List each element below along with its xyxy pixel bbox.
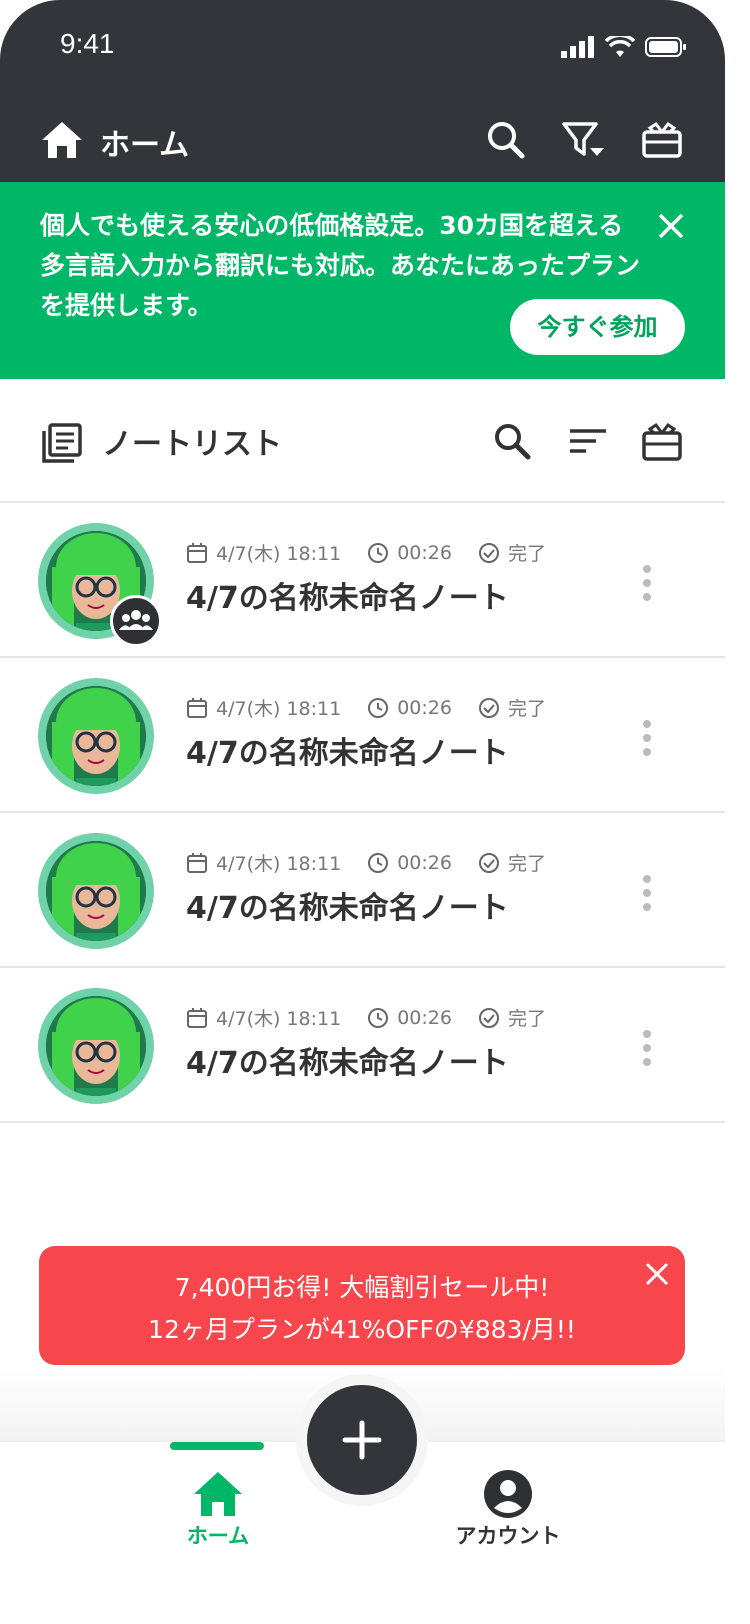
home-icon[interactable] <box>192 1470 244 1518</box>
close-icon[interactable] <box>657 212 685 240</box>
nav-account-label[interactable]: アカウント <box>440 1520 576 1550</box>
more-vertical-icon[interactable] <box>640 873 654 913</box>
check-circle-icon <box>478 1007 499 1028</box>
note-title: 4/7の名称未命名ノート <box>186 1046 509 1081</box>
note-title: 4/7の名称未命名ノート <box>186 581 509 616</box>
note-duration: 00:26 <box>397 696 452 719</box>
note-list-header: ノートリスト <box>0 379 725 503</box>
home-icon[interactable] <box>40 118 84 162</box>
info-banner: 個人でも使える安心の低価格設定。30カ国を超える多言語入力から翻訳にも対応。あな… <box>0 182 725 379</box>
check-circle-icon <box>478 852 499 873</box>
sale-promo-banner[interactable]: 7,400円お得! 大幅割引セール中! 12ヶ月プランが41%OFFの¥883/… <box>39 1246 685 1365</box>
note-title: 4/7の名称未命名ノート <box>186 736 509 771</box>
account-icon[interactable] <box>482 1468 534 1520</box>
close-icon[interactable] <box>645 1262 669 1286</box>
app-screen: 9:41 ホーム 個人でも使える安心の低価格設定。30カ国を超える多言語入力から… <box>0 0 725 1624</box>
note-meta: 4/7(木) 18:11 00:26 完了 <box>186 849 546 876</box>
active-tab-indicator <box>170 1442 264 1450</box>
calendar-icon <box>187 542 207 563</box>
note-duration: 00:26 <box>397 541 452 564</box>
gift-icon[interactable] <box>638 116 686 164</box>
note-title: 4/7の名称未命名ノート <box>186 891 509 926</box>
more-vertical-icon[interactable] <box>640 1028 654 1068</box>
status-time: 9:41 <box>60 28 115 59</box>
note-duration: 00:26 <box>397 851 452 874</box>
status-icons <box>561 36 687 58</box>
filter-icon[interactable] <box>558 116 606 164</box>
sort-icon[interactable] <box>566 419 610 463</box>
promo-line-1: 7,400円お得! 大幅割引セール中! <box>174 1273 550 1302</box>
wifi-icon <box>605 36 635 57</box>
calendar-icon <box>187 1007 207 1028</box>
more-vertical-icon[interactable] <box>640 718 654 758</box>
section-title: ノートリスト <box>102 427 282 462</box>
clock-icon <box>368 697 389 718</box>
note-status: 完了 <box>507 543 546 565</box>
note-meta: 4/7(木) 18:11 00:26 完了 <box>186 539 546 566</box>
calendar-icon <box>187 852 207 873</box>
search-icon[interactable] <box>482 116 530 164</box>
add-note-button[interactable] <box>307 1385 417 1495</box>
avatar <box>38 678 154 794</box>
note-status: 完了 <box>507 853 546 875</box>
more-vertical-icon[interactable] <box>640 563 654 603</box>
gift-icon[interactable] <box>640 419 684 463</box>
check-circle-icon <box>478 697 499 718</box>
page-title: ホーム <box>100 128 190 163</box>
note-row[interactable]: 4/7(木) 18:11 00:26 完了 4/7の名称未命名ノート <box>0 813 725 968</box>
note-list-icon <box>42 423 82 463</box>
note-row[interactable]: 4/7(木) 18:11 00:26 完了 4/7の名称未命名ノート <box>0 968 725 1123</box>
note-row[interactable]: 4/7(木) 18:11 00:26 完了 4/7の名称未命名ノート <box>0 503 725 658</box>
join-now-button[interactable]: 今すぐ参加 <box>510 299 685 355</box>
note-meta: 4/7(木) 18:11 00:26 完了 <box>186 1004 546 1031</box>
search-icon[interactable] <box>490 419 534 463</box>
note-status: 完了 <box>507 698 546 720</box>
clock-icon <box>368 852 389 873</box>
avatar <box>38 988 154 1104</box>
note-duration: 00:26 <box>397 1006 452 1029</box>
nav-home-label[interactable]: ホーム <box>172 1520 264 1550</box>
check-circle-icon <box>478 542 499 563</box>
note-date: 4/7(木) 18:11 <box>216 1008 342 1030</box>
note-date: 4/7(木) 18:11 <box>216 853 342 875</box>
avatar <box>38 833 154 949</box>
note-row[interactable]: 4/7(木) 18:11 00:26 完了 4/7の名称未命名ノート <box>0 658 725 813</box>
note-meta: 4/7(木) 18:11 00:26 完了 <box>186 694 546 721</box>
note-status: 完了 <box>507 1008 546 1030</box>
clock-icon <box>368 1007 389 1028</box>
status-bar: 9:41 <box>0 0 725 100</box>
note-date: 4/7(木) 18:11 <box>216 698 342 720</box>
plus-icon <box>342 1420 382 1460</box>
app-bar: ホーム <box>0 100 725 182</box>
signal-icon <box>561 36 594 58</box>
battery-icon <box>645 37 686 57</box>
calendar-icon <box>187 697 207 718</box>
promo-line-2: 12ヶ月プランが41%OFFの¥883/月!! <box>148 1315 576 1344</box>
clock-icon <box>368 542 389 563</box>
note-date: 4/7(木) 18:11 <box>216 543 342 565</box>
shared-group-badge <box>110 595 162 647</box>
